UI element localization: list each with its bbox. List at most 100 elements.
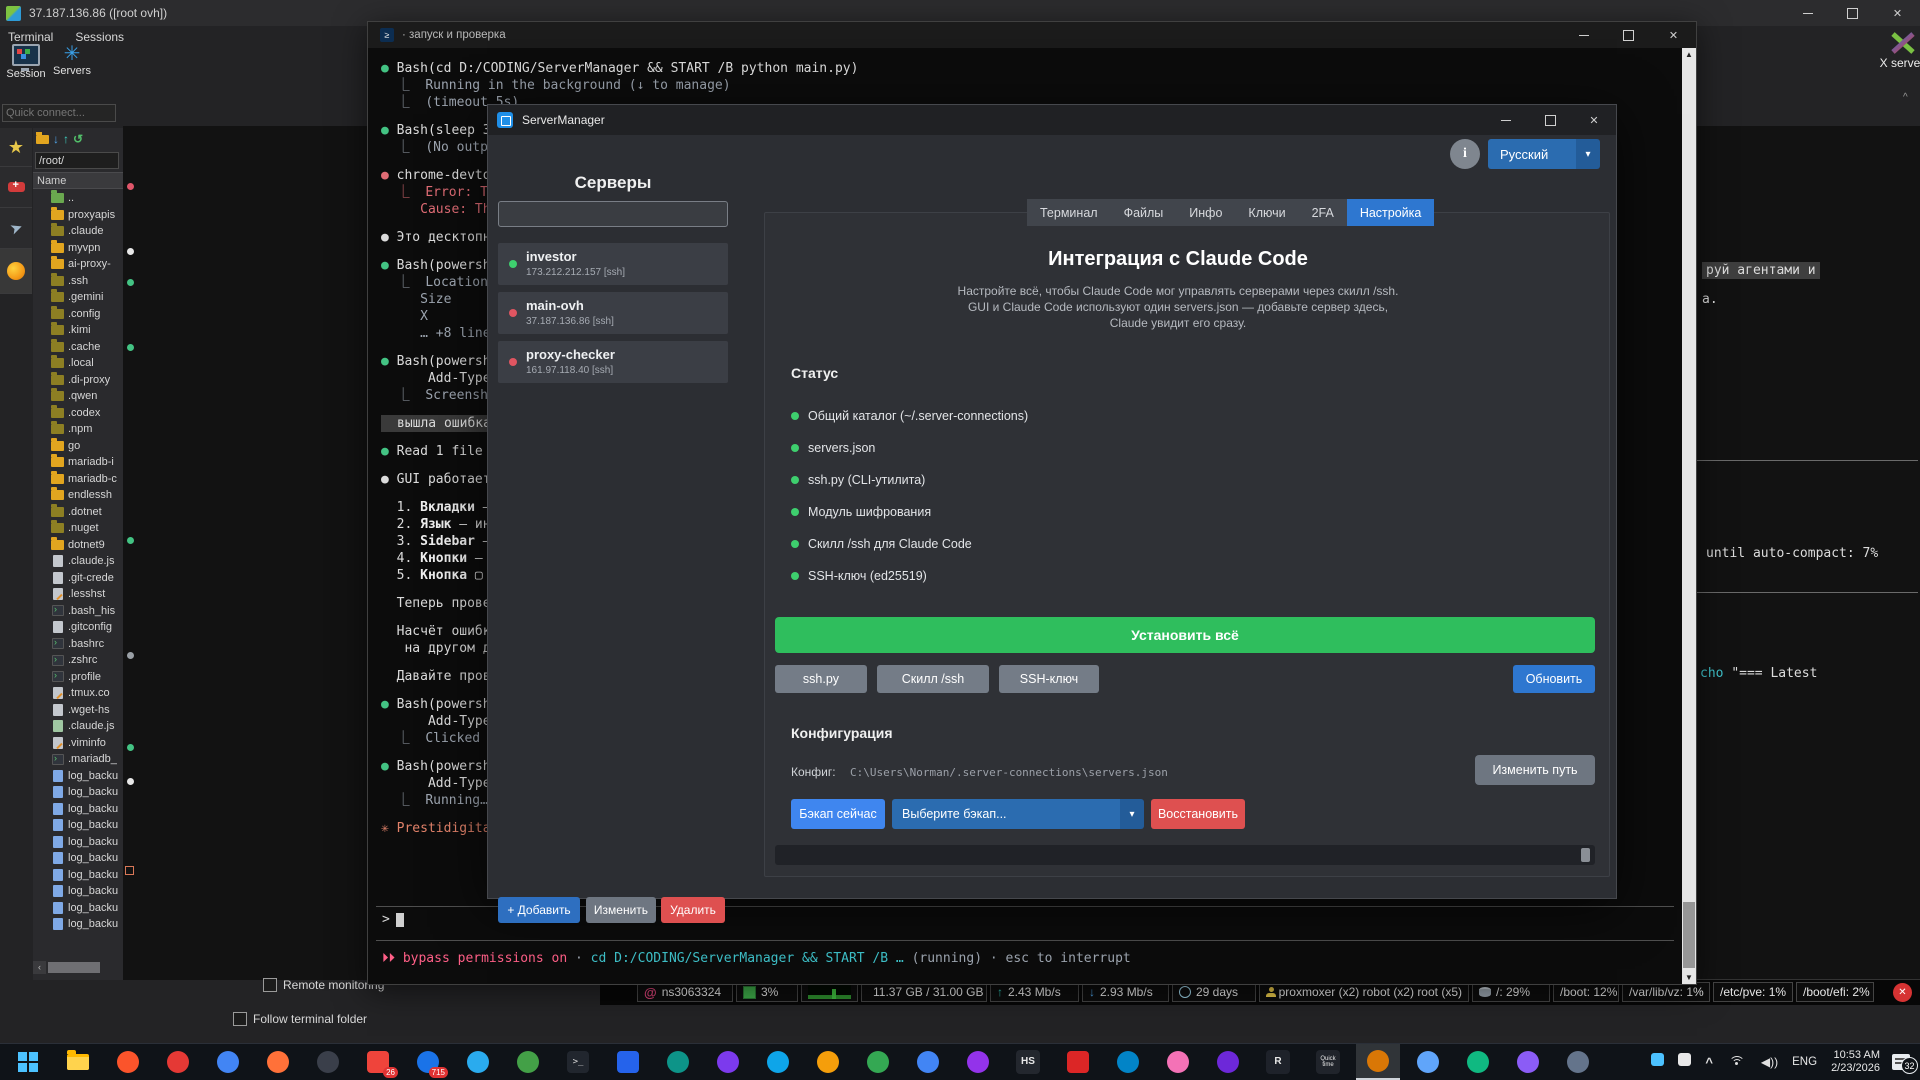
file-row[interactable]: mariadb-c xyxy=(33,470,123,488)
refresh-icon[interactable]: ↺ xyxy=(73,132,83,146)
follow-terminal-folder-row[interactable]: Follow terminal folder xyxy=(233,1012,367,1026)
tray-app-2-icon[interactable] xyxy=(1678,1053,1692,1066)
file-row[interactable]: log_backu xyxy=(33,883,123,900)
terminal-maximize-button[interactable] xyxy=(1606,22,1651,48)
keyboard-language[interactable]: ENG xyxy=(1792,1056,1817,1068)
refresh-button[interactable]: Обновить xyxy=(1513,665,1595,693)
scroll-down-icon[interactable]: ▼ xyxy=(1682,973,1696,982)
taskbar-start-icon[interactable] xyxy=(6,1044,50,1080)
taskbar-app-green3-icon[interactable] xyxy=(1456,1044,1500,1080)
taskbar-app-lightblue-icon[interactable] xyxy=(756,1044,800,1080)
file-row[interactable]: .tmux.co xyxy=(33,685,123,702)
sftp-browser-tab[interactable] xyxy=(0,249,32,294)
server-item[interactable]: proxy-checker 161.97.118.40 [ssh] xyxy=(498,341,728,383)
servers-button[interactable]: Servers xyxy=(46,44,98,77)
file-row[interactable]: .. xyxy=(33,190,123,207)
file-row[interactable]: dotnet9 xyxy=(33,536,123,554)
taskbar-chrome-icon[interactable] xyxy=(206,1044,250,1080)
menu-terminal[interactable]: Terminal xyxy=(8,30,53,44)
file-row[interactable]: .git-crede xyxy=(33,570,123,587)
file-list-hscrollbar[interactable]: ‹ xyxy=(33,961,123,974)
sm-close-button[interactable]: ✕ xyxy=(1572,105,1616,135)
menu-sessions[interactable]: Sessions xyxy=(75,30,124,44)
taskbar-tor-icon[interactable] xyxy=(306,1044,350,1080)
taskbar-paint-icon[interactable] xyxy=(1356,1044,1400,1080)
file-row[interactable]: .wget-hs xyxy=(33,702,123,719)
file-row[interactable]: .gemini xyxy=(33,289,123,306)
tray-app-1-icon[interactable] xyxy=(1651,1053,1665,1066)
server-search-input[interactable] xyxy=(498,201,728,227)
file-row[interactable]: log_backu xyxy=(33,817,123,834)
file-row[interactable]: .mariadb_ xyxy=(33,751,123,768)
log-strip-thumb[interactable] xyxy=(1581,848,1590,862)
remote-monitoring-checkbox[interactable] xyxy=(263,978,277,992)
file-row[interactable]: log_backu xyxy=(33,867,123,884)
taskbar-app-green2-icon[interactable] xyxy=(856,1044,900,1080)
tab-файлы[interactable]: Файлы xyxy=(1110,199,1177,226)
file-row[interactable]: myvpn xyxy=(33,239,123,257)
terminal-scrollbar[interactable]: ▲ ▼ xyxy=(1682,48,1696,984)
taskbar-app-violet-icon[interactable] xyxy=(956,1044,1000,1080)
taskbar-heidisql-icon[interactable]: HS xyxy=(1006,1044,1050,1080)
tab-инфо[interactable]: Инфо xyxy=(1176,199,1236,226)
session-button[interactable]: Session xyxy=(0,44,52,80)
file-row[interactable]: log_backu xyxy=(33,801,123,818)
upload-icon[interactable]: ↑ xyxy=(63,132,69,146)
hscroll-thumb[interactable] xyxy=(48,962,100,973)
download-icon[interactable]: ↓ xyxy=(53,132,59,146)
scroll-up-icon[interactable]: ▲ xyxy=(1682,50,1696,59)
tray-chevron-icon[interactable]: ^ xyxy=(1705,1055,1713,1070)
favorites-tab[interactable]: ★ xyxy=(0,128,32,167)
terminal-close-button[interactable]: ✕ xyxy=(1651,22,1696,48)
taskbar-telegram-icon[interactable] xyxy=(456,1044,500,1080)
backup-select[interactable]: Выберите бэкап... ▾ xyxy=(892,799,1144,829)
x-server-icon[interactable] xyxy=(1890,32,1916,54)
x-server-label[interactable]: X server xyxy=(1866,56,1920,70)
add-server-button[interactable]: + Добавить xyxy=(498,897,580,923)
file-row[interactable]: .config xyxy=(33,305,123,323)
server-item[interactable]: investor 173.212.212.157 [ssh] xyxy=(498,243,728,285)
file-row[interactable]: log_backu xyxy=(33,850,123,867)
file-row[interactable]: .nuget xyxy=(33,520,123,537)
terminal-minimize-button[interactable] xyxy=(1561,22,1606,48)
file-row[interactable]: .qwen xyxy=(33,388,123,405)
notification-center-icon[interactable]: 32 xyxy=(1892,1054,1918,1074)
taskbar-app-blue-folder-icon[interactable] xyxy=(606,1044,650,1080)
quick-connect-input[interactable] xyxy=(2,104,116,122)
file-row[interactable]: log_backu xyxy=(33,834,123,851)
file-row[interactable]: ai-proxy- xyxy=(33,256,123,273)
tab-настройка[interactable]: Настройка xyxy=(1346,199,1435,226)
terminal-tab-title[interactable]: · запуск и проверка xyxy=(402,29,506,41)
file-row[interactable]: .viminfo xyxy=(33,735,123,752)
taskbar-file-explorer-icon[interactable] xyxy=(56,1044,100,1080)
taskbar-app-purple-icon[interactable] xyxy=(706,1044,750,1080)
taskbar-app-blue3-icon[interactable] xyxy=(1106,1044,1150,1080)
taskbar-app-teal-icon[interactable] xyxy=(656,1044,700,1080)
taskbar-app-blue4-icon[interactable] xyxy=(1406,1044,1450,1080)
file-row[interactable]: mariadb-i xyxy=(33,454,123,471)
taskbar-app-blue2-icon[interactable] xyxy=(906,1044,950,1080)
file-row[interactable]: .kimi xyxy=(33,322,123,339)
taskbar-app-red2-icon[interactable] xyxy=(1056,1044,1100,1080)
language-dropdown[interactable]: Русский ▾ xyxy=(1488,139,1600,169)
file-row[interactable]: log_backu xyxy=(33,768,123,785)
taskbar-rider-icon[interactable]: R xyxy=(1256,1044,1300,1080)
taskbar-anydesk-icon[interactable]: 26 xyxy=(356,1044,400,1080)
claude-input-prompt[interactable]: > xyxy=(382,912,404,927)
file-row[interactable]: log_backu xyxy=(33,784,123,801)
file-row[interactable]: .local xyxy=(33,355,123,372)
follow-terminal-folder-checkbox[interactable] xyxy=(233,1012,247,1026)
tab-2fa[interactable]: 2FA xyxy=(1298,199,1347,226)
tab-терминал[interactable]: Терминал xyxy=(1027,199,1111,226)
sessions-dock-tab[interactable]: ➤ xyxy=(0,208,32,249)
scrollbar-thumb[interactable] xyxy=(1683,902,1695,968)
volume-icon[interactable]: ◀)) xyxy=(1761,1055,1778,1069)
statusbar-close-icon[interactable]: ✕ xyxy=(1893,983,1912,1002)
taskbar-app-violet2-icon[interactable] xyxy=(1206,1044,1250,1080)
tray-clock[interactable]: 10:53 AM 2/23/2026 xyxy=(1831,1049,1880,1075)
info-button[interactable]: i xyxy=(1450,139,1480,169)
taskbar-brave-icon[interactable] xyxy=(106,1044,150,1080)
file-row[interactable]: .gitconfig xyxy=(33,619,123,636)
change-path-button[interactable]: Изменить путь xyxy=(1475,755,1595,785)
close-button[interactable]: ✕ xyxy=(1875,0,1920,26)
